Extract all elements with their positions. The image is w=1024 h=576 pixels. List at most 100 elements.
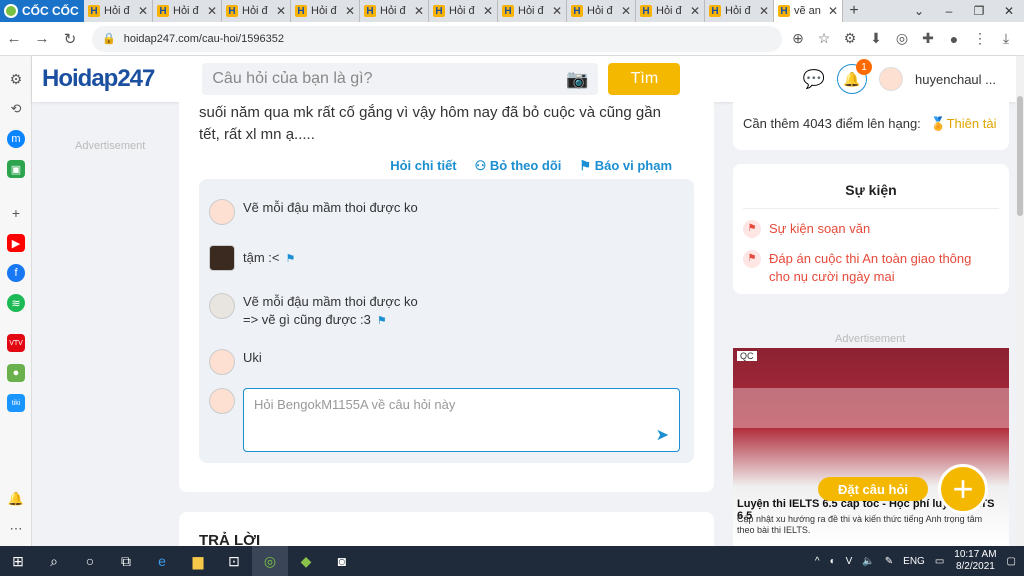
file-explorer-icon[interactable]: ▆: [180, 553, 216, 570]
settings-icon[interactable]: ⚙: [7, 70, 25, 88]
app-taskbar-icon[interactable]: ◆: [288, 553, 324, 570]
chat-icon[interactable]: 💬: [803, 69, 825, 90]
ask-plus-button[interactable]: +: [938, 464, 988, 514]
battery-icon[interactable]: ▭: [935, 556, 944, 567]
volume-icon[interactable]: 🔈: [862, 556, 874, 567]
close-tab-icon[interactable]: ✕: [483, 4, 493, 18]
browser-tab[interactable]: H Hỏi đ ✕: [429, 0, 498, 22]
browser-tab[interactable]: H Hỏi đ ✕: [153, 0, 222, 22]
flag-icon[interactable]: ⚑: [377, 315, 387, 327]
site-logo[interactable]: Hoidap247: [42, 65, 155, 93]
vtv-icon[interactable]: VTV: [7, 334, 25, 352]
close-tab-icon[interactable]: ✕: [828, 4, 838, 18]
browser-tab[interactable]: H Hỏi đ ✕: [498, 0, 567, 22]
reply-input[interactable]: Hỏi BengokM1155A về câu hỏi này ➤: [243, 388, 680, 452]
close-tab-icon[interactable]: ✕: [621, 4, 631, 18]
report-link[interactable]: ⚑ Báo vi phạm: [579, 158, 672, 174]
coccoc-taskbar-icon[interactable]: ◎: [252, 546, 288, 576]
back-icon[interactable]: ←: [0, 30, 28, 47]
edge-icon[interactable]: e: [144, 553, 180, 569]
tiki-icon[interactable]: tiki: [7, 394, 25, 412]
event-item[interactable]: ⚑ Sự kiện soạn văn: [743, 220, 993, 238]
task-view-icon[interactable]: ⧉: [108, 553, 144, 570]
url-field[interactable]: 🔒 hoidap247.com/cau-hoi/1596352: [92, 25, 782, 52]
close-window-button[interactable]: ✕: [994, 4, 1024, 18]
close-tab-icon[interactable]: ✕: [345, 4, 355, 18]
browser-brand[interactable]: CỐC CỐC: [0, 0, 84, 22]
browser-tab[interactable]: H Hỏi đ ✕: [291, 0, 360, 22]
tray-v-icon[interactable]: V: [846, 556, 853, 567]
avatar[interactable]: [209, 245, 235, 271]
camera-taskbar-icon[interactable]: ◙: [324, 553, 360, 569]
avatar[interactable]: [209, 293, 235, 319]
tab-search-icon[interactable]: ⌄: [904, 4, 934, 18]
spotify-icon[interactable]: ≋: [7, 294, 25, 312]
close-tab-icon[interactable]: ✕: [138, 4, 148, 18]
action-center-icon[interactable]: ▢: [1007, 556, 1016, 567]
flag-icon[interactable]: ⚑: [286, 253, 296, 265]
puzzle-icon[interactable]: ✚: [918, 29, 938, 49]
ask-question-button[interactable]: Đặt câu hỏi: [818, 477, 928, 501]
game-icon[interactable]: ▣: [7, 160, 25, 178]
close-tab-icon[interactable]: ✕: [552, 4, 562, 18]
browser-tab[interactable]: H Hỏi đ ✕: [360, 0, 429, 22]
start-icon[interactable]: ⊞: [0, 553, 36, 570]
ielts-ad-banner[interactable]: QC Luyện thi IELTS 6.5 cấp tốc - Học phí…: [733, 348, 1009, 546]
bookmark-star-icon[interactable]: ☆: [814, 29, 834, 49]
history-icon[interactable]: ⟲: [7, 100, 25, 118]
event-item[interactable]: ⚑ Đáp án cuộc thi An toàn giao thông cho…: [743, 250, 993, 286]
menu-icon[interactable]: ⋮: [970, 29, 990, 49]
close-tab-icon[interactable]: ✕: [207, 4, 217, 18]
messenger-icon[interactable]: m: [7, 130, 25, 148]
camera-icon[interactable]: 📷: [566, 69, 588, 90]
search-taskbar-icon[interactable]: ⌕: [36, 553, 72, 570]
minimize-button[interactable]: –: [934, 4, 964, 18]
browser-tab[interactable]: H Hỏi đ ✕: [705, 0, 774, 22]
browser-tab[interactable]: H Hỏi đ ✕: [567, 0, 636, 22]
browser-tab[interactable]: H Hỏi đ ✕: [222, 0, 291, 22]
extension-icon[interactable]: ⚙: [840, 29, 860, 49]
reload-icon[interactable]: ↻: [56, 30, 84, 48]
add-icon[interactable]: +: [7, 204, 25, 222]
zoom-icon[interactable]: ⊕: [788, 29, 808, 49]
youtube-icon[interactable]: ▶: [7, 234, 25, 252]
search-input[interactable]: Câu hỏi của bạn là gì? 📷: [202, 63, 599, 95]
page-scrollbar[interactable]: [1016, 56, 1024, 546]
pen-icon[interactable]: ✎: [885, 556, 893, 567]
username[interactable]: huyenchaul ...: [915, 72, 996, 87]
notification-rail-icon[interactable]: 🔔: [7, 490, 25, 508]
ask-detail-link[interactable]: Hỏi chi tiết: [390, 158, 456, 174]
scrollbar-thumb[interactable]: [1017, 96, 1023, 216]
send-icon[interactable]: ➤: [656, 425, 669, 445]
close-tab-icon[interactable]: ✕: [690, 4, 700, 18]
cortana-icon[interactable]: ○: [72, 553, 108, 569]
close-tab-icon[interactable]: ✕: [276, 4, 286, 18]
clock[interactable]: 10:17 AM 8/2/2021: [954, 549, 996, 573]
browser-tab[interactable]: H Hỏi đ ✕: [636, 0, 705, 22]
coccoc-ext-icon[interactable]: ◎: [892, 29, 912, 49]
comment-text: Vẽ mỗi đậu mầm thoi được ko: [243, 200, 418, 215]
tray-app-icon[interactable]: ◐: [830, 556, 836, 567]
user-avatar[interactable]: [879, 67, 904, 91]
facebook-icon[interactable]: f: [7, 264, 25, 282]
browser-tab[interactable]: Hvẽ an ✕: [774, 0, 843, 22]
profile-icon[interactable]: ●: [944, 29, 964, 49]
browser-tab[interactable]: H Hỏi đ ✕: [84, 0, 153, 22]
store-icon[interactable]: ⊡: [216, 553, 252, 570]
downloads-icon[interactable]: ⤓: [996, 29, 1016, 49]
maximize-button[interactable]: ❐: [964, 4, 994, 18]
avatar[interactable]: [209, 199, 235, 225]
chevron-up-icon[interactable]: ^: [815, 556, 820, 567]
search-button[interactable]: Tìm: [608, 63, 681, 95]
more-icon[interactable]: ⋯: [7, 520, 25, 538]
close-tab-icon[interactable]: ✕: [759, 4, 769, 18]
unfollow-link[interactable]: ⚇ Bỏ theo dõi: [475, 158, 562, 174]
close-tab-icon[interactable]: ✕: [414, 4, 424, 18]
download-box-icon[interactable]: ⬇: [866, 29, 886, 49]
forward-icon[interactable]: →: [28, 30, 56, 47]
language-indicator[interactable]: ENG: [903, 556, 925, 567]
green-app-icon[interactable]: ●: [7, 364, 25, 382]
notification-button[interactable]: 🔔 1: [837, 59, 873, 94]
avatar[interactable]: [209, 349, 235, 375]
new-tab-button[interactable]: +: [843, 2, 865, 20]
